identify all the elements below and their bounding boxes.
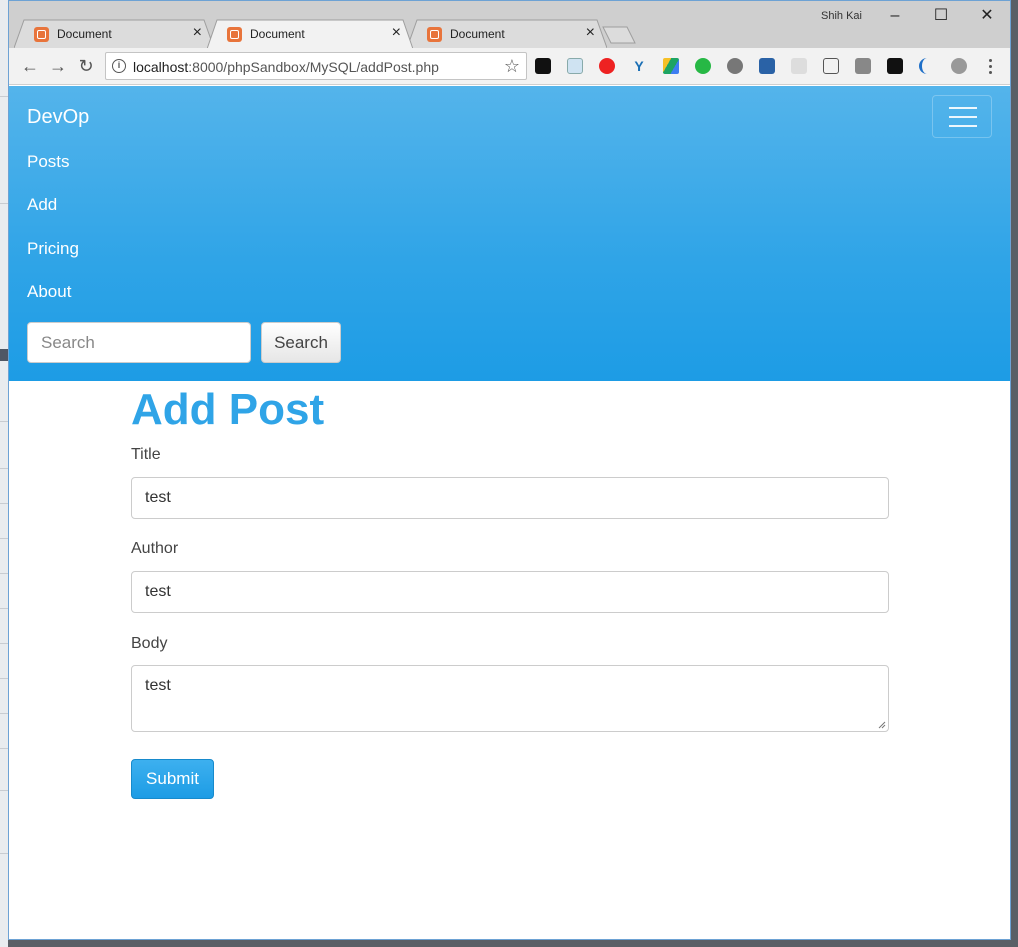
- submit-button[interactable]: Submit: [131, 759, 214, 799]
- search-button[interactable]: Search: [261, 322, 341, 363]
- tab-label: Document: [450, 27, 505, 41]
- profile-name[interactable]: Shih Kai: [821, 10, 862, 22]
- body-textarea[interactable]: test: [131, 665, 889, 732]
- opera-icon[interactable]: [599, 58, 615, 74]
- resize-grip-icon[interactable]: [878, 721, 886, 729]
- url-text[interactable]: localhost:8000/phpSandbox/MySQL/addPost.…: [133, 59, 439, 75]
- page-title: Add Post: [131, 385, 325, 434]
- download-icon[interactable]: [823, 58, 839, 74]
- back-icon[interactable]: ←: [20, 56, 40, 76]
- close-tab-icon[interactable]: ×: [392, 24, 401, 42]
- author-label: Author: [131, 540, 179, 557]
- title-label: Title: [131, 446, 161, 463]
- author-input[interactable]: test: [131, 571, 889, 613]
- tab-2-active[interactable]: Document ×: [207, 19, 413, 48]
- wave-icon[interactable]: [919, 58, 935, 74]
- address-bar[interactable]: i localhost:8000/phpSandbox/MySQL/addPos…: [105, 52, 527, 80]
- nav-link-add[interactable]: Add: [27, 195, 57, 215]
- xampp-favicon-icon: [427, 27, 442, 42]
- settings-icon[interactable]: [951, 58, 967, 74]
- minimize-icon[interactable]: –: [872, 5, 918, 27]
- brand-link[interactable]: DevOp: [27, 106, 89, 129]
- browser-menu-icon[interactable]: [985, 56, 995, 76]
- reader-icon[interactable]: [791, 58, 807, 74]
- new-tab-button[interactable]: [601, 25, 637, 45]
- evernote-icon[interactable]: [535, 58, 551, 74]
- close-window-icon[interactable]: ✕: [964, 5, 1010, 27]
- info-icon[interactable]: i: [112, 59, 126, 73]
- xampp-favicon-icon: [34, 27, 49, 42]
- navbar-toggler-button[interactable]: [932, 95, 992, 138]
- title-input[interactable]: test: [131, 477, 889, 519]
- reload-icon[interactable]: ↻: [76, 56, 96, 76]
- close-tab-icon[interactable]: ×: [193, 24, 202, 42]
- maximize-icon[interactable]: ☐: [918, 5, 964, 27]
- search-input[interactable]: Search: [27, 322, 251, 363]
- hamburger-icon: [949, 107, 977, 109]
- tab-label: Document: [250, 27, 305, 41]
- bookmark-star-icon[interactable]: ☆: [504, 56, 520, 77]
- body-text: test: [145, 677, 171, 694]
- close-tab-icon[interactable]: ×: [586, 24, 595, 42]
- google-drive-icon[interactable]: [663, 58, 679, 74]
- nav-link-pricing[interactable]: Pricing: [27, 239, 79, 259]
- tab-label: Document: [57, 27, 112, 41]
- browser-window: Document × Document × Document × Shih Ka…: [8, 0, 1011, 940]
- nav-link-posts[interactable]: Posts: [27, 152, 70, 172]
- xampp-favicon-icon: [227, 27, 242, 42]
- site-navbar: DevOp Posts Add Pricing About Search Sea…: [9, 86, 1010, 381]
- body-label: Body: [131, 635, 168, 652]
- browser-toolbar: ← → ↻ i localhost:8000/phpSandbox/MySQL/…: [9, 48, 1010, 85]
- photo-icon[interactable]: [567, 58, 583, 74]
- vivaldi-icon[interactable]: Y: [631, 58, 647, 74]
- desktop-background: [0, 0, 8, 947]
- cb-icon[interactable]: [855, 58, 871, 74]
- line-icon[interactable]: [727, 58, 743, 74]
- nav-link-about[interactable]: About: [27, 282, 71, 302]
- fullscreen-icon[interactable]: [887, 58, 903, 74]
- pushbullet-icon[interactable]: [695, 58, 711, 74]
- onenote-icon[interactable]: [759, 58, 775, 74]
- tab-strip: Document × Document × Document × Shih Ka…: [9, 1, 1010, 48]
- forward-icon[interactable]: →: [48, 56, 68, 76]
- tab-3[interactable]: Document ×: [407, 19, 607, 48]
- tab-1[interactable]: Document ×: [14, 19, 214, 48]
